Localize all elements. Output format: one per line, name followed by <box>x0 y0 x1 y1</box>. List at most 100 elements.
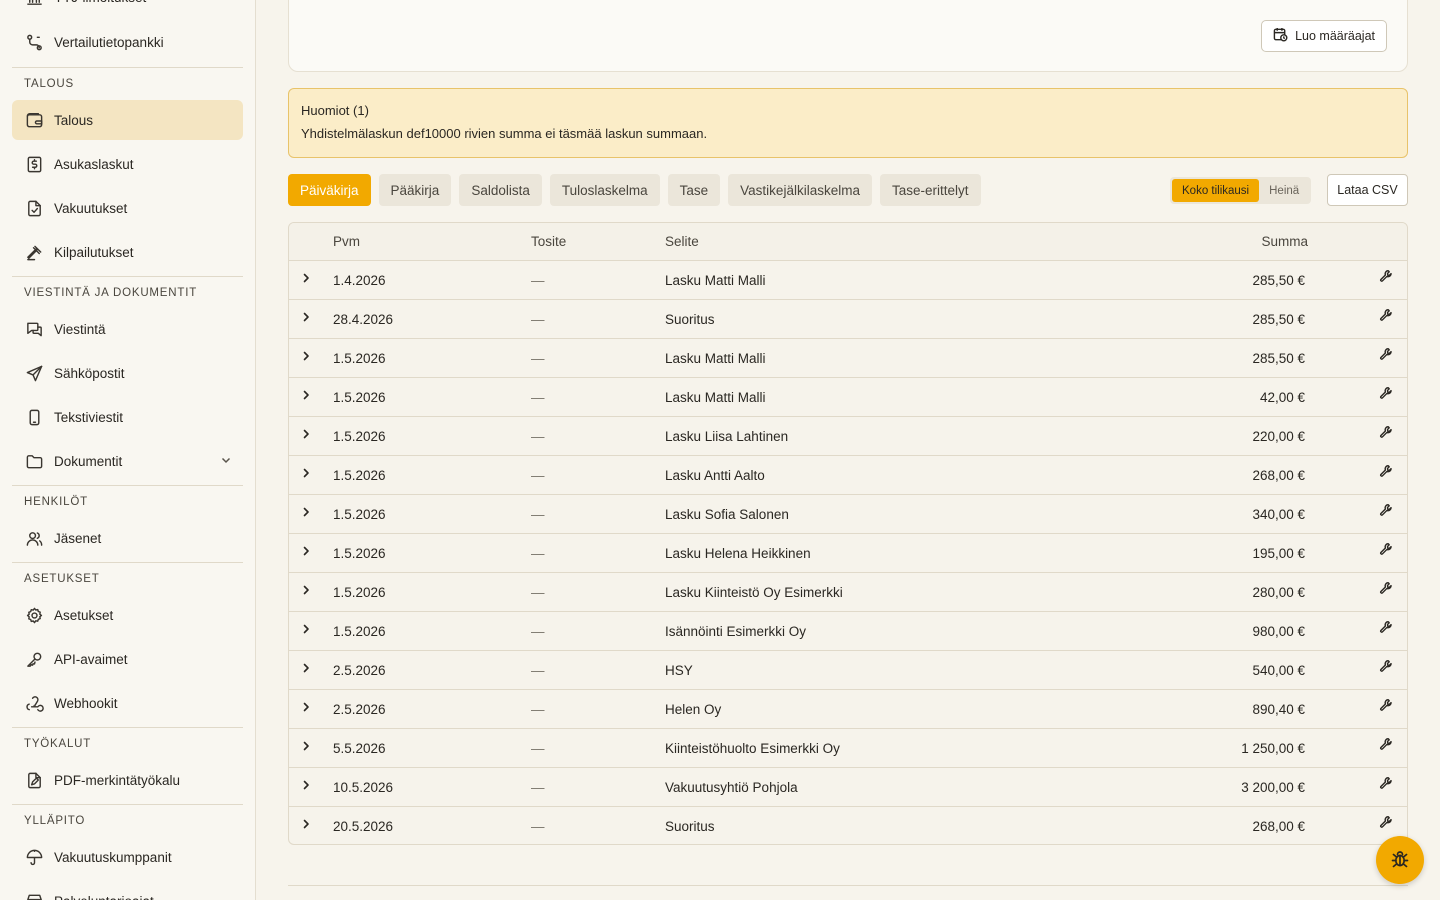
tab-tase[interactable]: Tase <box>667 174 721 206</box>
chevron-right-icon[interactable] <box>299 778 313 792</box>
chevron-right-icon[interactable] <box>299 310 313 324</box>
sidebar-item-api-avaimet[interactable]: API-avaimet <box>12 639 243 679</box>
chevron-right-icon[interactable] <box>299 349 313 363</box>
divider <box>288 885 1408 886</box>
table-row[interactable]: 1.5.2026 — Lasku Liisa Lahtinen 220,00 € <box>289 417 1407 456</box>
chevron-right-icon[interactable] <box>299 583 313 597</box>
sidebar-item-kilpailutukset[interactable]: Kilpailutukset <box>12 232 243 272</box>
table-row[interactable]: 2.5.2026 — Helen Oy 890,40 € <box>289 690 1407 729</box>
cell-description: Lasku Helena Heikkinen <box>665 546 811 561</box>
sidebar-item-ytj-ilmoitukset[interactable]: YTJ-ilmoitukset <box>12 0 243 17</box>
chevron-right-icon[interactable] <box>299 739 313 753</box>
tab-tase-erittelyt[interactable]: Tase-erittelyt <box>879 174 981 206</box>
notice-text: Yhdistelmälaskun def10000 rivien summa e… <box>301 126 708 141</box>
wrench-icon[interactable] <box>1379 698 1395 714</box>
table-row[interactable]: 5.5.2026 — Kiinteistöhuolto Esimerkki Oy 1 … <box>289 729 1407 768</box>
chevron-right-icon[interactable] <box>299 271 313 285</box>
wrench-icon[interactable] <box>1379 425 1395 441</box>
sidebar-item-label: Asetukset <box>54 607 114 623</box>
cell-description: Lasku Kiinteistö Oy Esimerkki <box>665 585 843 600</box>
pdf-edit-icon <box>24 770 44 790</box>
header-amount[interactable]: Summa <box>1261 234 1308 249</box>
table-row[interactable]: 1.5.2026 — Lasku Matti Malli 42,00 € <box>289 378 1407 417</box>
cell-description: Lasku Matti Malli <box>665 390 766 405</box>
wrench-icon[interactable] <box>1379 386 1395 402</box>
sidebar-item-talous[interactable]: Talous <box>12 100 243 140</box>
chevron-right-icon[interactable] <box>299 661 313 675</box>
sidebar-item-asukaslaskut[interactable]: Asukaslaskut <box>12 144 243 184</box>
umbrella-icon <box>24 847 44 867</box>
wrench-icon[interactable] <box>1379 737 1395 753</box>
header-date[interactable]: Pvm <box>333 234 360 249</box>
chevron-right-icon[interactable] <box>299 427 313 441</box>
wrench-icon[interactable] <box>1379 269 1395 285</box>
wrench-icon[interactable] <box>1379 776 1395 792</box>
table-row[interactable]: 1.5.2026 — Lasku Antti Aalto 268,00 € <box>289 456 1407 495</box>
header-description[interactable]: Selite <box>665 234 699 249</box>
wrench-icon[interactable] <box>1379 542 1395 558</box>
sidebar-item-label: Viestintä <box>54 321 106 337</box>
table-row[interactable]: 28.4.2026 — Suoritus 285,50 € <box>289 300 1407 339</box>
table-row[interactable]: 2.5.2026 — HSY 540,00 € <box>289 651 1407 690</box>
chevron-down-icon[interactable] <box>219 453 233 470</box>
chevron-right-icon[interactable] <box>299 505 313 519</box>
tab-päiväkirja[interactable]: Päiväkirja <box>288 174 371 206</box>
range-option[interactable]: Heinä <box>1259 179 1309 202</box>
chevron-right-icon[interactable] <box>299 817 313 831</box>
tab-pääkirja[interactable]: Pääkirja <box>378 174 452 206</box>
sidebar-item-label: YTJ-ilmoitukset <box>54 0 146 5</box>
chevron-right-icon[interactable] <box>299 544 313 558</box>
table-row[interactable]: 10.5.2026 — Vakuutusyhtiö Pohjola 3 200,00 … <box>289 768 1407 807</box>
range-option[interactable]: Koko tilikausi <box>1172 179 1260 202</box>
tab-saldolista[interactable]: Saldolista <box>459 174 542 206</box>
sidebar-item-vakuutuskumppanit[interactable]: Vakuutuskumppanit <box>12 837 243 877</box>
sidebar-item-label: API-avaimet <box>54 651 128 667</box>
sidebar-item-label: Asukaslaskut <box>54 156 134 172</box>
wrench-icon[interactable] <box>1379 347 1395 363</box>
table-row[interactable]: 20.5.2026 — Suoritus 268,00 € <box>289 807 1407 844</box>
sidebar-divider <box>12 485 243 486</box>
sidebar-item-tekstiviestit[interactable]: Tekstiviestit <box>12 397 243 437</box>
sidebar-item-dokumentit[interactable]: Dokumentit <box>12 441 243 481</box>
sidebar-item-webhookit[interactable]: Webhookit <box>12 683 243 723</box>
sidebar-item-pdf-merkintätyökalu[interactable]: PDF-merkintätyökalu <box>12 760 243 800</box>
cell-voucher: — <box>531 351 545 366</box>
chevron-right-icon[interactable] <box>299 388 313 402</box>
tab-tuloslaskelma[interactable]: Tuloslaskelma <box>549 174 660 206</box>
table-row[interactable]: 1.5.2026 — Lasku Matti Malli 285,50 € <box>289 339 1407 378</box>
wrench-icon[interactable] <box>1379 581 1395 597</box>
chevron-right-icon[interactable] <box>299 466 313 480</box>
wrench-icon[interactable] <box>1379 815 1395 831</box>
cell-amount: 42,00 € <box>1259 390 1305 405</box>
table-row[interactable]: 1.5.2026 — Lasku Helena Heikkinen 195,00 € <box>289 534 1407 573</box>
sidebar-item-label: Palveluntarjoajat <box>54 894 154 900</box>
sidebar-item-label: Vakuutukset <box>54 200 128 216</box>
sidebar-item-label: Jäsenet <box>54 530 102 546</box>
sidebar-item-viestintä[interactable]: Viestintä <box>12 309 243 349</box>
cell-amount: 268,00 € <box>1252 468 1305 483</box>
journal-table: Pvm Tosite Selite Summa 1.4.2026 — Lasku M… <box>288 222 1408 845</box>
table-row[interactable]: 1.5.2026 — Lasku Sofia Salonen 340,00 € <box>289 495 1407 534</box>
chevron-right-icon[interactable] <box>299 700 313 714</box>
wrench-icon[interactable] <box>1379 308 1395 324</box>
sidebar-item-palveluntarjoajat[interactable]: Palveluntarjoajat <box>12 881 243 900</box>
table-row[interactable]: 1.5.2026 — Isännöinti Esimerkki Oy 980,00 € <box>289 612 1407 651</box>
sidebar-item-jäsenet[interactable]: Jäsenet <box>12 518 243 558</box>
chevron-right-icon[interactable] <box>299 622 313 636</box>
tab-vastikejälkilaskelma[interactable]: Vastikejälkilaskelma <box>728 174 872 206</box>
wrench-icon[interactable] <box>1379 503 1395 519</box>
download-csv-button[interactable]: Lataa CSV <box>1327 174 1408 206</box>
sidebar-item-vertailutietopankki[interactable]: Vertailutietopankki <box>12 22 243 62</box>
cell-description: Lasku Sofia Salonen <box>665 507 789 522</box>
wrench-icon[interactable] <box>1379 620 1395 636</box>
sidebar-item-vakuutukset[interactable]: Vakuutukset <box>12 188 243 228</box>
wrench-icon[interactable] <box>1379 659 1395 675</box>
table-row[interactable]: 1.4.2026 — Lasku Matti Malli 285,50 € <box>289 261 1407 300</box>
wrench-icon[interactable] <box>1379 464 1395 480</box>
sidebar-item-sähköpostit[interactable]: Sähköpostit <box>12 353 243 393</box>
header-voucher[interactable]: Tosite <box>531 234 566 249</box>
bug-report-button[interactable] <box>1376 836 1424 884</box>
sidebar-item-asetukset[interactable]: Asetukset <box>12 595 243 635</box>
create-deadlines-button[interactable]: Luo määräajat <box>1261 20 1387 52</box>
table-row[interactable]: 1.5.2026 — Lasku Kiinteistö Oy Esimerkki 28… <box>289 573 1407 612</box>
